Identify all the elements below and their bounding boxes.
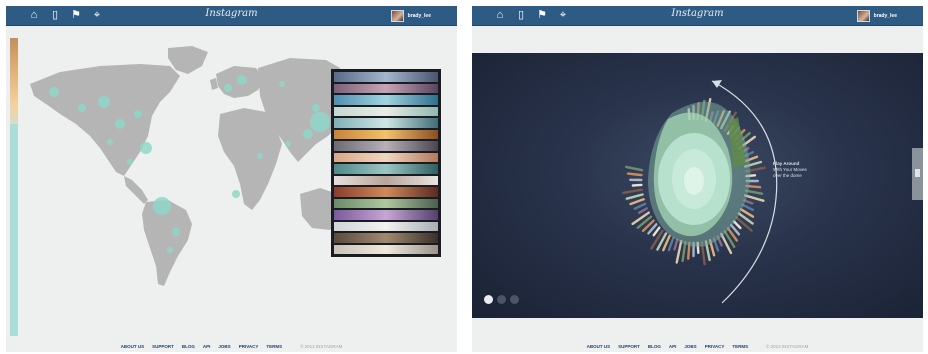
photo-sliver — [741, 203, 754, 212]
photo-sliver — [744, 189, 764, 195]
photo-sliver — [673, 238, 679, 251]
photo-strip-panel[interactable] — [331, 69, 441, 257]
pager-dot[interactable] — [484, 295, 493, 304]
photo-sliver — [744, 194, 765, 202]
footer-link-jobs[interactable]: JOBS — [218, 344, 230, 349]
timeline-slider[interactable] — [10, 38, 18, 336]
photo-strip[interactable] — [334, 164, 438, 174]
photo-strip[interactable] — [334, 210, 438, 220]
photo-sliver — [637, 207, 648, 215]
photo-strip[interactable] — [334, 118, 438, 128]
footer-link-privacy[interactable]: PRIVACY — [705, 344, 725, 349]
photo-strip[interactable] — [334, 72, 438, 82]
footer-link-api[interactable]: API — [669, 344, 677, 349]
photo-sliver — [624, 165, 644, 172]
footer-link-jobs[interactable]: JOBS — [684, 344, 696, 349]
viz-caption: Play Around With Your Moves over the dom… — [773, 161, 823, 179]
photo-strip[interactable] — [334, 221, 438, 231]
photo-strip[interactable] — [334, 198, 438, 208]
photo-sliver — [625, 193, 644, 200]
pager-dots — [484, 295, 519, 304]
footer-link-about[interactable]: ABOUT US — [587, 344, 611, 349]
photo-sliver — [732, 220, 742, 230]
photo-strip[interactable] — [334, 83, 438, 93]
footer-link-about[interactable]: ABOUT US — [121, 344, 145, 349]
instagram-logo[interactable]: Instagram — [472, 8, 923, 19]
avatar — [856, 9, 870, 22]
profile-button[interactable]: brady_lee — [390, 9, 431, 22]
photo-sliver — [633, 202, 647, 210]
dome-view-screen: ⌂ ▯ ⚑ ⌖ Instagram brady_lee Play Around — [472, 6, 923, 352]
pager-dot[interactable] — [510, 295, 519, 304]
photo-sliver — [675, 239, 683, 264]
photo-sliver — [667, 236, 675, 252]
photo-strip[interactable] — [334, 187, 438, 197]
username: brady_lee — [873, 12, 897, 19]
top-nav-bar: ⌂ ▯ ⚑ ⌖ Instagram brady_lee — [6, 6, 457, 26]
photo-sliver — [626, 172, 643, 177]
photo-sliver — [735, 216, 753, 232]
footer-link-support[interactable]: SUPPORT — [618, 344, 640, 349]
footer-link-terms[interactable]: TERMS — [732, 344, 748, 349]
instagram-logo[interactable]: Instagram — [6, 8, 457, 19]
footer-link-blog[interactable]: BLOG — [182, 344, 195, 349]
timeline-photo-strip — [10, 38, 18, 124]
side-panel-tab[interactable] — [912, 148, 923, 200]
photo-sliver — [631, 183, 643, 187]
photo-strip[interactable] — [334, 244, 438, 254]
footer-links: ABOUT US SUPPORT BLOG API JOBS PRIVACY T… — [472, 344, 923, 349]
footer-link-blog[interactable]: BLOG — [648, 344, 661, 349]
footer-link-support[interactable]: SUPPORT — [152, 344, 174, 349]
photo-sliver — [629, 198, 645, 206]
photo-sliver — [650, 229, 664, 250]
photo-strip[interactable] — [334, 141, 438, 151]
world-map[interactable] — [20, 44, 340, 294]
photo-sliver — [681, 240, 687, 263]
pager-dot[interactable] — [497, 295, 506, 304]
copyright-text: © 2013 INSTAGRAM — [300, 344, 343, 349]
avatar — [390, 9, 404, 22]
photo-strip[interactable] — [334, 106, 438, 116]
photo-strip[interactable] — [334, 175, 438, 185]
photo-strip[interactable] — [334, 95, 438, 105]
map-view-screen: ⌂ ▯ ⚑ ⌖ Instagram brady_lee ABOUT US SUP… — [6, 6, 457, 352]
dome-visualization-viewer[interactable]: Play Around With Your Moves over the dom… — [472, 53, 923, 318]
viz-caption-line: over the dome — [773, 173, 802, 178]
photo-strip[interactable] — [334, 129, 438, 139]
profile-button[interactable]: brady_lee — [856, 9, 897, 22]
copyright-text: © 2013 INSTAGRAM — [766, 344, 809, 349]
footer-link-terms[interactable]: TERMS — [266, 344, 282, 349]
top-nav-bar: ⌂ ▯ ⚑ ⌖ Instagram brady_lee — [472, 6, 923, 26]
rotate-arrow-icon — [712, 80, 722, 88]
username: brady_lee — [407, 12, 431, 19]
footer-link-privacy[interactable]: PRIVACY — [239, 344, 259, 349]
footer-links: ABOUT US SUPPORT BLOG API JOBS PRIVACY T… — [6, 344, 457, 349]
photo-sliver — [622, 188, 644, 195]
photo-sliver — [652, 226, 661, 237]
photo-strip[interactable] — [334, 152, 438, 162]
grip-icon — [915, 169, 920, 177]
photo-strip[interactable] — [334, 233, 438, 243]
footer-link-api[interactable]: API — [203, 344, 211, 349]
photo-dome-visualization[interactable] — [472, 53, 923, 318]
